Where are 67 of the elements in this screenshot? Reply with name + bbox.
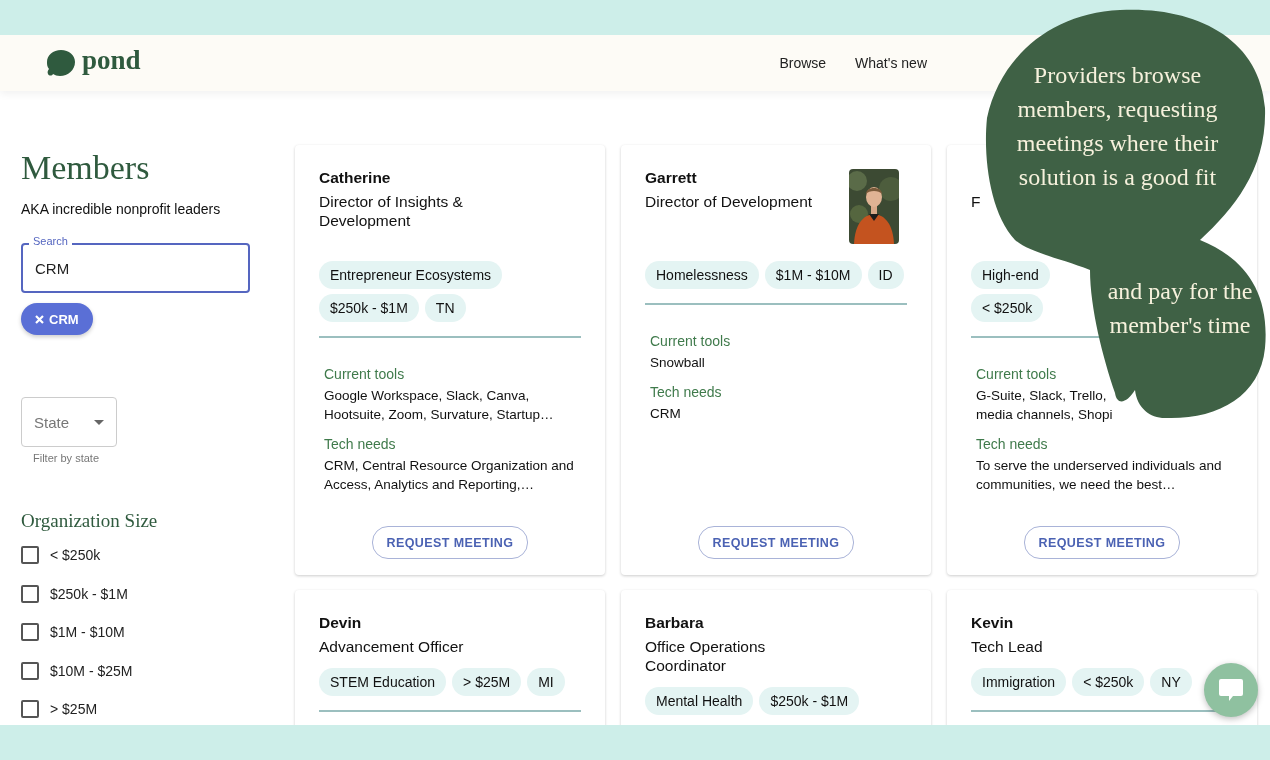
tag: Immigration — [971, 668, 1067, 696]
leaf-logo-icon — [46, 49, 76, 77]
tag: Mental Health — [645, 687, 754, 715]
checkbox-label: $250k - $1M — [50, 585, 128, 602]
request-meeting-button[interactable]: REQUEST MEETING — [697, 526, 855, 559]
section-text: Snowball — [650, 353, 706, 372]
member-title: Tech Lead — [971, 637, 1043, 656]
section-text: G-Suite, Slack, Trello, media channels, Shopi — [976, 386, 1114, 424]
checkbox[interactable] — [21, 623, 39, 642]
callout-text: Providers browse members, requesting meetings where their solution is a good fit — [1015, 61, 1220, 192]
section-label: Current tools — [976, 365, 1058, 382]
callout-text: and pay for the member's time — [1106, 277, 1254, 340]
member-title: Advancement Officer — [319, 637, 464, 656]
member-title: Director of Insights & Development — [319, 192, 464, 230]
section-text: To serve the underserved individuals and communities, we need the best… — [976, 456, 1223, 494]
checkbox[interactable] — [21, 584, 39, 603]
section-text: CRM, Central Resource Organization and Access, Analytics and Reporting,… — [324, 456, 575, 494]
section-label: Tech needs — [976, 435, 1049, 452]
section-title: Organization Size — [21, 510, 158, 532]
checkbox-label: < $250k — [50, 547, 101, 564]
tag: > $25M — [452, 668, 522, 696]
member-title: F — [971, 192, 981, 211]
member-title: Director of Development — [645, 192, 813, 211]
tag: ID — [867, 261, 904, 289]
close-icon — [35, 314, 44, 324]
request-meeting-button[interactable]: REQUEST MEETING — [371, 526, 529, 559]
section-text: Google Workspace, Slack, Canva, Hootsuite, Zoom, Survature, Startup… — [324, 386, 555, 424]
tag: NY — [1150, 668, 1192, 696]
logo-text: pond — [82, 44, 141, 76]
section-label: Current tools — [650, 332, 732, 349]
tag: Homelessness — [645, 261, 759, 289]
tag: $250k - $1M — [759, 687, 860, 715]
nav-link[interactable]: Browse — [779, 55, 827, 71]
checkbox-label: $10M - $25M — [50, 662, 133, 679]
tag: TN — [424, 294, 466, 322]
tag: High-end — [971, 261, 1050, 289]
tag: MI — [527, 668, 565, 696]
checkbox-label: $1M - $10M — [50, 624, 125, 641]
checkbox[interactable] — [21, 700, 39, 719]
tag: STEM Education — [319, 668, 447, 696]
tag: < $250k — [971, 294, 1044, 322]
request-meeting-button[interactable]: REQUEST MEETING — [1023, 526, 1181, 559]
section-text: CRM — [650, 404, 682, 423]
tag: < $250k — [1072, 668, 1145, 696]
tag: $250k - $1M — [319, 294, 419, 322]
checkbox[interactable] — [21, 546, 39, 565]
member-name: Barbara — [645, 614, 705, 632]
member-name: Catherine — [319, 169, 392, 187]
section-label: Tech needs — [324, 435, 397, 452]
helper-text: Filter by state — [33, 452, 100, 464]
page-title: Members — [21, 149, 150, 187]
member-title: Office Operations Coordinator — [645, 637, 767, 675]
page-subtitle: AKA incredible nonprofit leaders — [21, 201, 221, 217]
checkbox[interactable] — [21, 661, 39, 680]
tag: $1M - $10M — [764, 261, 862, 289]
filter-chip[interactable]: CRM — [21, 303, 93, 335]
checkbox-label: > $25M — [50, 701, 98, 718]
section-label: Current tools — [324, 365, 406, 382]
nav-link[interactable]: What's new — [855, 55, 927, 71]
section-label: Tech needs — [650, 383, 723, 400]
caret-icon — [94, 419, 104, 425]
member-name: Garrett — [645, 169, 698, 187]
tag: Entrepreneur Ecosystems — [319, 261, 503, 289]
state-select[interactable]: State — [21, 397, 117, 447]
search-label: Search — [29, 235, 72, 247]
member-name: Devin — [319, 614, 363, 632]
member-name: Kevin — [971, 614, 1015, 632]
